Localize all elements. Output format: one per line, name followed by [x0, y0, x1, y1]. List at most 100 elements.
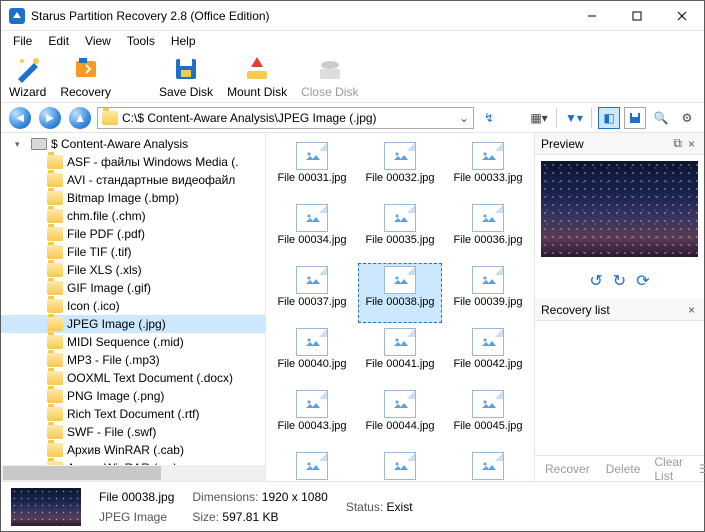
- dim-label: Dimensions:: [192, 490, 258, 504]
- file-item[interactable]: File 00031.jpg: [270, 139, 354, 199]
- file-thumb-icon: [472, 142, 504, 170]
- nav-back-button[interactable]: ◄: [7, 106, 33, 130]
- file-thumb-icon: [472, 204, 504, 232]
- preview-close-button[interactable]: ×: [685, 137, 698, 151]
- tree-item[interactable]: AVI - стандартные видеофайл: [1, 171, 265, 189]
- nav-forward-button[interactable]: ►: [37, 106, 63, 130]
- file-item[interactable]: File 00039.jpg: [446, 263, 530, 323]
- menu-view[interactable]: View: [77, 32, 119, 50]
- rotate-left-icon[interactable]: ↺: [589, 271, 602, 291]
- tree-hscroll[interactable]: [1, 465, 265, 481]
- file-name: File 00044.jpg: [365, 420, 434, 432]
- preview-image: [541, 161, 698, 257]
- mountdisk-button[interactable]: Mount Disk: [227, 55, 287, 99]
- menu-tools[interactable]: Tools: [119, 32, 163, 50]
- file-item[interactable]: File 00041.jpg: [358, 325, 442, 385]
- file-item[interactable]: File 00048.jpg: [446, 449, 530, 481]
- file-grid: File 00031.jpgFile 00032.jpgFile 00033.j…: [266, 133, 534, 481]
- file-item[interactable]: File 00045.jpg: [446, 387, 530, 447]
- folder-icon: [47, 209, 63, 223]
- minimize-button[interactable]: [569, 1, 614, 31]
- folder-icon: [47, 191, 63, 205]
- rotate-right-icon[interactable]: ↻: [613, 271, 626, 291]
- folder-icon: [47, 407, 63, 421]
- navbar: ◄ ► ▲ C:\$ Content-Aware Analysis\JPEG I…: [1, 103, 704, 133]
- breadcrumb[interactable]: C:\$ Content-Aware Analysis\JPEG Image (…: [97, 107, 474, 129]
- folder-icon: [47, 281, 63, 295]
- tree-item[interactable]: SWF - File (.swf): [1, 423, 265, 441]
- nav-up-button[interactable]: ▲: [67, 106, 93, 130]
- chevron-down-icon[interactable]: ⌄: [459, 111, 469, 125]
- menu-help[interactable]: Help: [163, 32, 204, 50]
- file-item[interactable]: File 00046.jpg: [270, 449, 354, 481]
- file-name: File 00041.jpg: [365, 358, 434, 370]
- file-thumb-icon: [296, 328, 328, 356]
- file-item[interactable]: File 00034.jpg: [270, 201, 354, 261]
- tree-item[interactable]: Rich Text Document (.rtf): [1, 405, 265, 423]
- file-item[interactable]: File 00037.jpg: [270, 263, 354, 323]
- menu-file[interactable]: File: [5, 32, 40, 50]
- tree-item[interactable]: Bitmap Image (.bmp): [1, 189, 265, 207]
- rotate-reset-icon[interactable]: ⟳: [636, 271, 649, 291]
- tree-item[interactable]: PNG Image (.png): [1, 387, 265, 405]
- status-value: Exist: [387, 500, 413, 514]
- tree-item[interactable]: File PDF (.pdf): [1, 225, 265, 243]
- tree-root[interactable]: ▾$ Content-Aware Analysis: [1, 135, 265, 153]
- tree-item[interactable]: GIF Image (.gif): [1, 279, 265, 297]
- file-item[interactable]: File 00047.jpg: [358, 449, 442, 481]
- search-button[interactable]: 🔍: [650, 107, 672, 129]
- file-name: File 00040.jpg: [277, 358, 346, 370]
- preview-toggle[interactable]: ◧: [598, 107, 620, 129]
- refresh-button[interactable]: ↯: [478, 107, 500, 129]
- file-thumb-icon: [472, 390, 504, 418]
- file-item[interactable]: File 00035.jpg: [358, 201, 442, 261]
- file-item[interactable]: File 00042.jpg: [446, 325, 530, 385]
- maximize-button[interactable]: [614, 1, 659, 31]
- file-thumb-icon: [296, 142, 328, 170]
- file-name: File 00037.jpg: [277, 296, 346, 308]
- list-options-icon[interactable]: ☰: [693, 462, 705, 476]
- file-item[interactable]: File 00036.jpg: [446, 201, 530, 261]
- preview-undock-button[interactable]: ⧉: [670, 136, 685, 151]
- titlebar: Starus Partition Recovery 2.8 (Office Ed…: [1, 1, 704, 31]
- file-name: File 00043.jpg: [277, 420, 346, 432]
- tree-item[interactable]: Icon (.ico): [1, 297, 265, 315]
- tree-item[interactable]: chm.file (.chm): [1, 207, 265, 225]
- wizard-button[interactable]: Wizard: [9, 55, 46, 99]
- tree-item[interactable]: JPEG Image (.jpg): [1, 315, 265, 333]
- tree-item[interactable]: Архив WinRAR (.cab): [1, 441, 265, 459]
- tree-item[interactable]: File TIF (.tif): [1, 243, 265, 261]
- file-item[interactable]: File 00033.jpg: [446, 139, 530, 199]
- tree-item[interactable]: OOXML Text Document (.docx): [1, 369, 265, 387]
- file-item[interactable]: File 00043.jpg: [270, 387, 354, 447]
- menubar: File Edit View Tools Help: [1, 31, 704, 51]
- file-item[interactable]: File 00040.jpg: [270, 325, 354, 385]
- filter-button[interactable]: ▼▾: [563, 107, 585, 129]
- file-item[interactable]: File 00044.jpg: [358, 387, 442, 447]
- tree-item[interactable]: ASF - файлы Windows Media (.: [1, 153, 265, 171]
- recovery-button[interactable]: Recovery: [60, 55, 111, 99]
- tree-item[interactable]: File XLS (.xls): [1, 261, 265, 279]
- file-item[interactable]: File 00032.jpg: [358, 139, 442, 199]
- clear-list-action: Clear List: [648, 455, 689, 483]
- size-label: Size:: [192, 510, 219, 524]
- folder-icon: [102, 111, 118, 125]
- file-thumb-icon: [296, 390, 328, 418]
- savedisk-button[interactable]: Save Disk: [159, 55, 213, 99]
- save-button[interactable]: [624, 107, 646, 129]
- app-icon: [9, 8, 25, 24]
- file-thumb-icon: [384, 142, 416, 170]
- file-name: File 00036.jpg: [453, 234, 522, 246]
- file-item[interactable]: File 00038.jpg: [358, 263, 442, 323]
- file-thumb-icon: [472, 328, 504, 356]
- recover-action: Recover: [539, 462, 596, 476]
- menu-edit[interactable]: Edit: [40, 32, 77, 50]
- tree-item[interactable]: MP3 - File (.mp3): [1, 351, 265, 369]
- tree-item[interactable]: MIDI Sequence (.mid): [1, 333, 265, 351]
- close-button[interactable]: [659, 1, 704, 31]
- expander-icon[interactable]: ▾: [15, 139, 27, 150]
- toolbar: Wizard Recovery Save Disk Mount Disk Clo…: [1, 51, 704, 103]
- recovery-close-button[interactable]: ×: [685, 303, 698, 317]
- view-options-button[interactable]: ▦▾: [528, 107, 550, 129]
- settings-button[interactable]: ⚙: [676, 107, 698, 129]
